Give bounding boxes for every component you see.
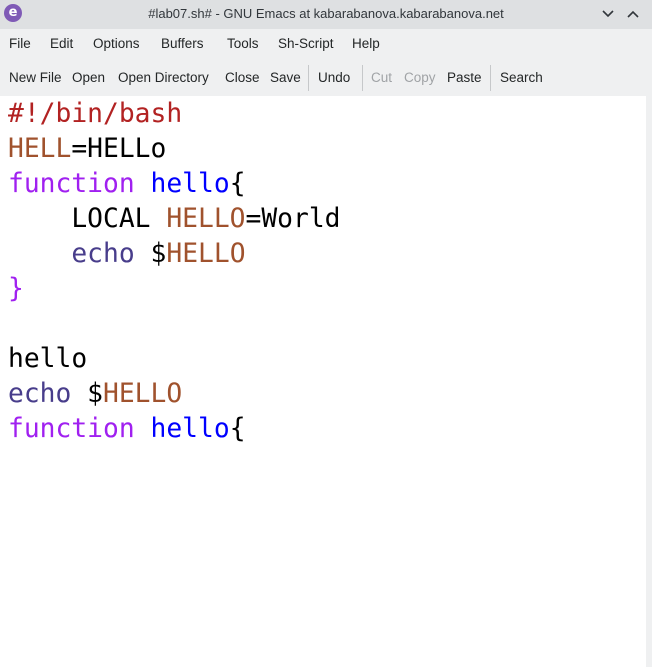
code-token: } — [8, 274, 24, 304]
code-token: HELLO — [166, 239, 246, 269]
minimize-button[interactable] — [599, 5, 617, 23]
menu-edit[interactable]: Edit — [50, 36, 73, 51]
code-line: hello — [8, 342, 87, 377]
menu-bar: File Edit Options Buffers Tools Sh-Scrip… — [0, 29, 652, 59]
code-token: { — [229, 169, 246, 199]
chevron-up-icon — [627, 10, 639, 18]
code-token: hello — [150, 169, 230, 199]
maximize-button[interactable] — [624, 5, 642, 23]
menu-buffers[interactable]: Buffers — [161, 36, 204, 51]
code-token: hello — [8, 344, 88, 374]
paste-button[interactable]: Paste — [447, 70, 482, 85]
code-line: function hello{ — [8, 412, 246, 447]
code-line: echo $HELLO — [8, 377, 182, 412]
toolbar-separator — [362, 65, 363, 91]
code-line: } — [8, 272, 24, 307]
code-line: echo $HELLO — [8, 237, 246, 272]
code-token: echo — [71, 239, 135, 269]
menu-options[interactable]: Options — [93, 36, 140, 51]
code-line: HELL=HELLo — [8, 132, 166, 167]
close-button[interactable]: Close — [225, 70, 260, 85]
toolbar-separator — [490, 65, 491, 91]
code-token: HELLO — [166, 204, 246, 234]
code-token: HELL — [8, 134, 72, 164]
code-token: =World — [245, 204, 341, 234]
code-line: #!/bin/bash — [8, 97, 182, 132]
code-token: function — [8, 169, 135, 199]
open-button[interactable]: Open — [72, 70, 105, 85]
code-token: echo — [8, 379, 72, 409]
menu-file[interactable]: File — [9, 36, 31, 51]
code-token: { — [229, 414, 246, 444]
copy-button[interactable]: Copy — [404, 70, 436, 85]
code-token: $ — [134, 239, 167, 269]
title-bar: e #lab07.sh# - GNU Emacs at kabarabanova… — [0, 0, 652, 29]
code-token: #!/bin/bash — [8, 99, 183, 129]
code-token: hello — [150, 414, 230, 444]
code-token: HELLO — [103, 379, 183, 409]
code-token: LOCAL — [8, 204, 167, 234]
tool-bar: New File Open Open Directory Close Save … — [0, 59, 652, 96]
cut-button[interactable]: Cut — [371, 70, 392, 85]
code-line: LOCAL HELLO=World — [8, 202, 341, 237]
menu-tools[interactable]: Tools — [227, 36, 259, 51]
code-token: function — [8, 414, 135, 444]
editor-buffer[interactable]: #!/bin/bash HELL=HELLo function hello{ LOC… — [0, 96, 646, 667]
scrollbar[interactable] — [646, 96, 652, 667]
search-button[interactable]: Search — [500, 70, 543, 85]
save-button[interactable]: Save — [270, 70, 301, 85]
undo-button[interactable]: Undo — [318, 70, 350, 85]
menu-help[interactable]: Help — [352, 36, 380, 51]
code-token: $ — [71, 379, 104, 409]
menu-sh-script[interactable]: Sh-Script — [278, 36, 334, 51]
code-line: function hello{ — [8, 167, 246, 202]
toolbar-separator — [308, 65, 309, 91]
open-directory-button[interactable]: Open Directory — [118, 70, 209, 85]
window-title: #lab07.sh# - GNU Emacs at kabarabanova.k… — [148, 6, 504, 21]
new-file-button[interactable]: New File — [9, 70, 62, 85]
chevron-down-icon — [602, 10, 614, 18]
code-token: =HELLo — [71, 134, 167, 164]
